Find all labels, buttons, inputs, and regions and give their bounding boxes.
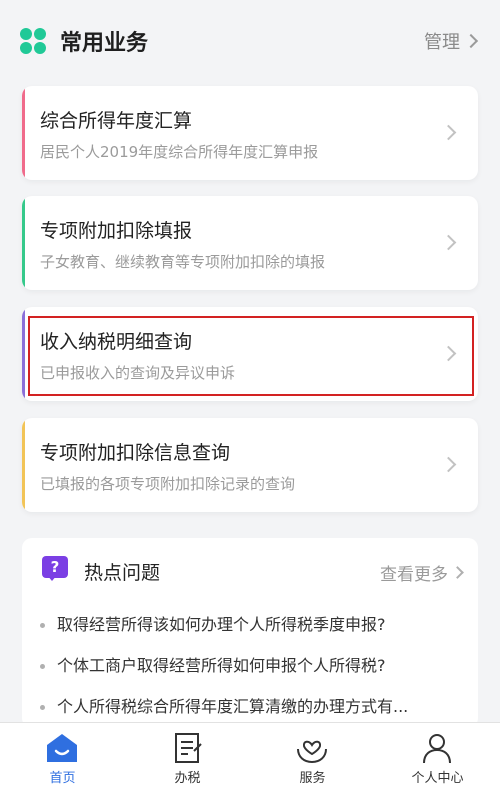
chevron-right-icon bbox=[463, 33, 479, 49]
chevron-right-icon bbox=[440, 124, 457, 141]
bullet-dot bbox=[40, 705, 45, 710]
home-icon bbox=[47, 734, 77, 762]
hot-question-item[interactable]: 取得经营所得该如何办理个人所得税季度申报? bbox=[40, 611, 460, 635]
chevron-right-icon bbox=[451, 566, 464, 579]
card-special-deduction-fill[interactable]: 专项附加扣除填报 子女教育、继续教育等专项附加扣除的填报 bbox=[22, 196, 478, 290]
bottom-tab-bar: 首页 办税 服务 个人中心 bbox=[0, 722, 500, 792]
tax-form-icon bbox=[175, 733, 202, 763]
chevron-right-icon bbox=[440, 234, 457, 251]
bullet-dot bbox=[40, 623, 45, 628]
tab-label: 服务 bbox=[299, 771, 326, 786]
card-subtitle: 居民个人2019年度综合所得年度汇算申报 bbox=[40, 143, 319, 161]
card-accent-bar bbox=[22, 418, 25, 512]
section-title: 常用业务 bbox=[60, 31, 149, 56]
person-icon bbox=[423, 734, 451, 764]
hot-question-item[interactable]: 个人所得税综合所得年度汇算清缴的办理方式有... bbox=[40, 693, 460, 717]
card-title: 专项附加扣除填报 bbox=[40, 220, 193, 242]
card-accent-bar bbox=[22, 86, 25, 180]
clover-icon bbox=[20, 28, 46, 54]
card-title: 专项附加扣除信息查询 bbox=[40, 442, 231, 464]
question-bubble-icon: ? bbox=[42, 556, 70, 581]
card-special-deduction-query[interactable]: 专项附加扣除信息查询 已填报的各项专项附加扣除记录的查询 bbox=[22, 418, 478, 512]
tab-home[interactable]: 首页 bbox=[0, 723, 125, 792]
card-title: 收入纳税明细查询 bbox=[40, 331, 193, 353]
see-more-label: 查看更多 bbox=[380, 565, 448, 585]
card-annual-settlement[interactable]: 综合所得年度汇算 居民个人2019年度综合所得年度汇算申报 bbox=[22, 86, 478, 180]
card-subtitle: 子女教育、继续教育等专项附加扣除的填报 bbox=[40, 253, 326, 271]
hot-questions-panel: ? 热点问题 查看更多 取得经营所得该如何办理个人所得税季度申报? 个体工商户取… bbox=[22, 538, 478, 728]
tab-tax[interactable]: 办税 bbox=[125, 723, 250, 792]
tab-profile[interactable]: 个人中心 bbox=[375, 723, 500, 792]
heart-hands-icon bbox=[297, 740, 327, 764]
tab-label: 办税 bbox=[174, 771, 201, 786]
card-subtitle: 已填报的各项专项附加扣除记录的查询 bbox=[40, 475, 296, 493]
card-income-tax-detail[interactable]: 收入纳税明细查询 已申报收入的查询及异议申诉 bbox=[22, 307, 478, 401]
tab-label: 个人中心 bbox=[411, 771, 464, 786]
hot-questions-title: 热点问题 bbox=[84, 562, 161, 584]
card-subtitle: 已申报收入的查询及异议申诉 bbox=[40, 364, 236, 382]
manage-label: 管理 bbox=[424, 32, 460, 53]
chevron-right-icon bbox=[440, 345, 457, 362]
bullet-dot bbox=[40, 664, 45, 669]
see-more-link[interactable]: 查看更多 bbox=[380, 560, 464, 585]
manage-button[interactable]: 管理 bbox=[424, 28, 479, 54]
card-title: 综合所得年度汇算 bbox=[40, 110, 193, 132]
chevron-right-icon bbox=[440, 456, 457, 473]
tab-label: 首页 bbox=[49, 771, 76, 786]
card-accent-bar bbox=[22, 196, 25, 290]
hot-questions-header: ? 热点问题 查看更多 bbox=[22, 538, 478, 600]
card-accent-bar bbox=[22, 307, 25, 401]
tab-service[interactable]: 服务 bbox=[250, 723, 375, 792]
common-business-header: 常用业务 管理 bbox=[0, 0, 500, 80]
hot-question-item[interactable]: 个体工商户取得经营所得如何申报个人所得税? bbox=[40, 652, 460, 676]
